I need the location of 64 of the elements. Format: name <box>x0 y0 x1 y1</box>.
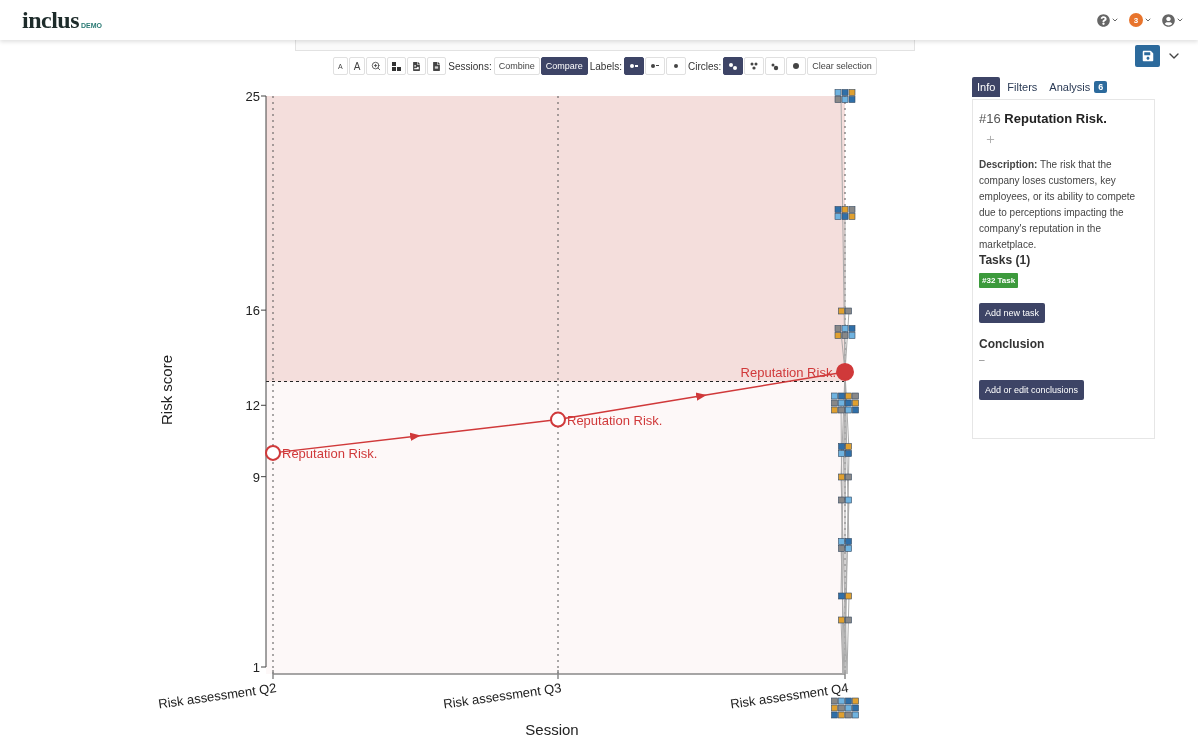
point-label: Reputation Risk. <box>282 445 378 461</box>
logo[interactable]: inclus <box>22 6 80 34</box>
dot-short-label-icon <box>650 62 660 70</box>
dot-icon <box>671 62 681 70</box>
tasks-heading: Tasks (1) <box>979 253 1032 267</box>
clear-selection-button[interactable]: Clear selection <box>807 57 877 75</box>
circle-mode-button[interactable] <box>723 57 744 75</box>
description-text: Description: The risk that the company loses customers, key employees, or its ability to compete due to perceptions impacting the company's reputation in the marketplace. <box>979 158 1137 252</box>
edit-conclusions-button[interactable]: Add or edit conclusions <box>979 380 1085 400</box>
caret-icon <box>1176 16 1184 24</box>
marker-cluster-icon[interactable] <box>831 697 859 719</box>
help-icon <box>1097 13 1110 27</box>
sidebar-tab[interactable]: Info <box>972 77 1001 97</box>
save-button[interactable] <box>1135 45 1160 67</box>
notification-count: 3 <box>1129 13 1143 27</box>
circles-icon <box>791 61 802 71</box>
y-tick-label: 9 <box>252 469 260 485</box>
circles-label: Circles: <box>688 60 722 72</box>
data-point[interactable] <box>836 363 854 381</box>
circles-icon <box>770 61 781 71</box>
count-badge: 6 <box>1094 81 1108 93</box>
risk-id: #16 <box>979 111 1001 126</box>
conclusion-text: – <box>979 354 986 365</box>
x-tick-label: Risk assessment Q2 <box>157 680 278 712</box>
image-export-button[interactable] <box>407 57 427 75</box>
plus-icon <box>985 134 996 145</box>
dot-label-icon <box>629 62 639 70</box>
help-menu[interactable] <box>1097 13 1119 27</box>
y-tick-label: 1 <box>252 660 260 675</box>
font-size-button[interactable]: A <box>348 57 366 75</box>
caret-icon <box>1144 16 1152 24</box>
risk-title: Reputation Risk. <box>1004 111 1107 126</box>
blocks-icon <box>392 61 402 71</box>
labels-label: Labels: <box>589 60 622 72</box>
label-mode-button[interactable] <box>624 57 644 75</box>
add-task-button[interactable]: Add new task <box>979 303 1046 323</box>
sidebar-tab[interactable]: Filters <box>1002 77 1043 97</box>
y-tick-label: 25 <box>245 89 260 104</box>
zoom-icon <box>371 61 382 71</box>
save-icon <box>1141 50 1154 62</box>
image-file-icon <box>412 61 422 71</box>
x-axis-title: Session <box>525 721 579 737</box>
y-axis-title: Risk score <box>158 355 175 425</box>
sessions-label: Sessions: <box>448 60 492 72</box>
x-tick-label: Risk assessment Q3 <box>442 680 563 712</box>
point-label: Reputation Risk. <box>567 412 663 428</box>
circles-icon <box>728 61 739 71</box>
conclusion-heading: Conclusion <box>979 337 1046 351</box>
document-export-button[interactable] <box>427 57 447 75</box>
sidebar-tab[interactable]: Analysis 6 <box>1044 77 1113 97</box>
caret-icon <box>1111 16 1119 24</box>
user-icon <box>1162 13 1175 27</box>
y-tick-label: 12 <box>245 398 260 414</box>
data-point[interactable] <box>550 411 566 428</box>
session-mode-button[interactable]: Compare <box>540 57 588 75</box>
session-mode-button[interactable]: Combine <box>493 57 540 75</box>
layout-button[interactable] <box>387 57 407 75</box>
zoom-button[interactable] <box>366 57 387 75</box>
task-tag[interactable]: #32 Task <box>979 273 1019 288</box>
y-tick-label: 16 <box>245 303 260 319</box>
circles-icon <box>749 61 760 71</box>
document-icon <box>432 61 442 71</box>
x-tick-label: Risk assessment Q4 <box>729 680 850 712</box>
user-menu[interactable] <box>1162 13 1184 27</box>
